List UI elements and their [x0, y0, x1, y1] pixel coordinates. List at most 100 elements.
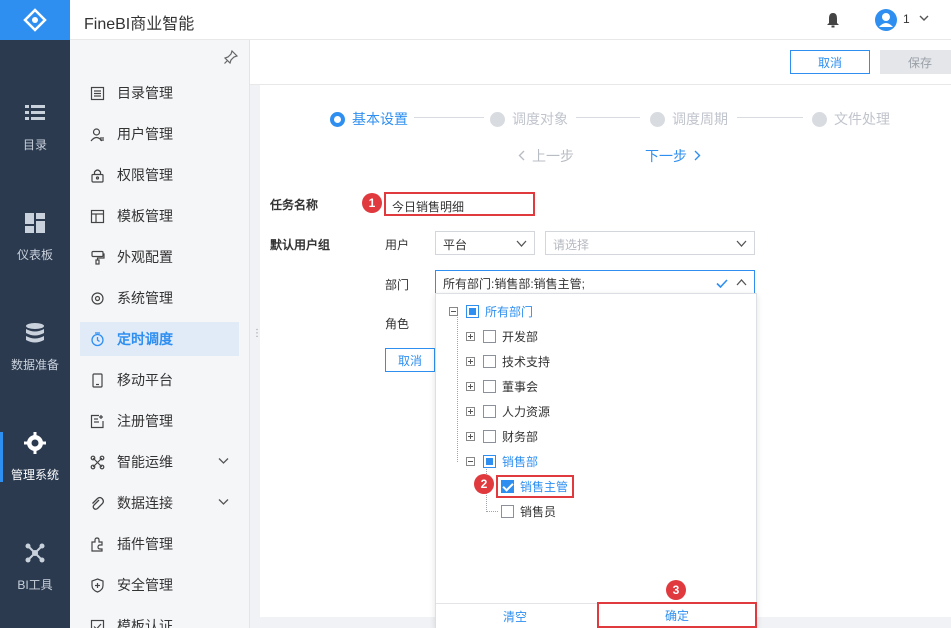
nav-item-label: 用户管理: [117, 126, 173, 142]
tree-checkbox[interactable]: [501, 504, 514, 518]
step-file-handling[interactable]: 文件处理: [812, 109, 890, 129]
nav-item-label: 目录管理: [117, 85, 173, 101]
nav-item-permissions[interactable]: 权限管理: [80, 158, 239, 192]
plugin-icon: [91, 536, 103, 552]
rail-item-management[interactable]: 管理系统: [0, 402, 70, 512]
dept-select[interactable]: 所有部门:销售部:销售主管;: [435, 270, 755, 294]
chevron-left-icon: [518, 150, 525, 161]
task-name-input[interactable]: 今日销售明细: [384, 192, 535, 216]
rail-label: 目录: [22, 137, 47, 152]
save-button[interactable]: 保存: [880, 50, 951, 74]
tree-node-label: 开发部: [502, 329, 539, 344]
chevron-down-icon[interactable]: [218, 457, 229, 465]
expand-icon[interactable]: [466, 331, 475, 341]
tree-node-hr[interactable]: 人力资源: [466, 402, 550, 420]
tree-node-all-depts[interactable]: 所有部门: [449, 302, 533, 320]
step-connector: [737, 117, 803, 118]
nav-item-label: 插件管理: [117, 536, 173, 552]
pin-icon[interactable]: [224, 50, 238, 64]
tree-checkbox[interactable]: [483, 404, 496, 418]
nav-item-label: 智能运维: [117, 454, 173, 470]
rail-item-data-prep[interactable]: 数据准备: [0, 292, 70, 402]
dashboard-icon: [25, 212, 45, 233]
user-type-select[interactable]: 平台: [435, 231, 535, 255]
nav-item-scheduling[interactable]: 定时调度: [80, 322, 239, 356]
step-schedule-target[interactable]: 调度对象: [490, 109, 568, 129]
expand-icon[interactable]: [466, 431, 475, 441]
chevron-down-icon[interactable]: [919, 13, 929, 23]
tree-connector: [486, 511, 498, 512]
nav-item-system[interactable]: 系统管理: [80, 281, 239, 315]
nav-item-templates[interactable]: 模板管理: [80, 199, 239, 233]
shield-icon: [91, 577, 104, 593]
tree-node-label: 技术支持: [502, 354, 551, 369]
rail-item-bi-tools[interactable]: BI工具: [0, 512, 70, 622]
nav-item-security[interactable]: 安全管理: [80, 568, 239, 602]
tree-node-sales-rep[interactable]: 销售员: [501, 502, 556, 520]
step-label: 基本设置: [352, 111, 408, 127]
nav-item-label: 外观配置: [117, 249, 173, 265]
ops-icon: [90, 455, 105, 469]
lock-icon: [91, 168, 104, 183]
marker-badge: 2: [474, 474, 494, 494]
nav-item-data-connection[interactable]: 数据连接: [80, 486, 239, 520]
confirm-button[interactable]: 确定: [597, 602, 757, 628]
step-schedule-period[interactable]: 调度周期: [650, 109, 728, 129]
clear-button[interactable]: 清空: [503, 608, 527, 625]
user-icon: [90, 127, 104, 141]
nav-item-smart-ops[interactable]: 智能运维: [80, 445, 239, 479]
tree-checkbox[interactable]: [483, 454, 496, 468]
rail-item-dashboard[interactable]: 仪表板: [0, 182, 70, 292]
tree-checkbox[interactable]: [483, 329, 496, 343]
nav-item-register[interactable]: 注册管理: [80, 404, 239, 438]
nav-item-users[interactable]: 用户管理: [80, 117, 239, 151]
collapse-icon[interactable]: [449, 306, 458, 316]
user-avatar-icon: [879, 13, 893, 27]
tree-checkbox[interactable]: [483, 379, 496, 393]
user-name[interactable]: 1: [903, 12, 910, 26]
link-icon: [92, 496, 105, 510]
nav-item-cert[interactable]: 模板认证: [80, 609, 239, 628]
nav-item-mobile[interactable]: 移动平台: [80, 363, 239, 397]
chevron-down-icon: [736, 240, 747, 247]
default-group-label: 默认用户组: [270, 238, 331, 252]
tree-node-dev[interactable]: 开发部: [466, 327, 538, 345]
tree-checkbox[interactable]: [483, 354, 496, 368]
chevron-down-icon: [516, 240, 527, 247]
tools-icon: [25, 543, 45, 562]
chevron-down-icon[interactable]: [218, 498, 229, 506]
tree-node-board[interactable]: 董事会: [466, 377, 538, 395]
app-logo[interactable]: [0, 0, 70, 40]
next-step-button[interactable]: 下一步: [645, 146, 701, 166]
step-basic-settings[interactable]: 基本设置: [330, 109, 408, 129]
collapse-icon[interactable]: [466, 456, 475, 466]
gear-icon: [24, 431, 46, 454]
tree-node-support[interactable]: 技术支持: [466, 352, 550, 370]
expand-icon[interactable]: [466, 356, 475, 366]
nav-item-catalog[interactable]: 目录管理: [80, 76, 239, 110]
prev-step-button[interactable]: 上一步: [518, 146, 574, 166]
panel-splitter-handle[interactable]: ⋮: [252, 328, 262, 342]
nav-item-plugins[interactable]: 插件管理: [80, 527, 239, 561]
user-select-placeholder: 请选择: [553, 238, 590, 252]
tree-node-sales[interactable]: 销售部: [466, 452, 538, 470]
inner-cancel-button[interactable]: 取消: [385, 348, 435, 372]
user-select[interactable]: 请选择: [545, 231, 755, 255]
expand-icon[interactable]: [466, 406, 475, 416]
step-label: 调度周期: [672, 111, 728, 127]
avatar[interactable]: [875, 9, 897, 31]
tree-node-finance[interactable]: 财务部: [466, 427, 538, 445]
tree-node-sales-manager[interactable]: 销售主管: [501, 477, 568, 495]
step-dot: [650, 111, 665, 127]
tree-checkbox[interactable]: [483, 429, 496, 443]
tree-checkbox[interactable]: [501, 479, 514, 493]
nav-item-appearance[interactable]: 外观配置: [80, 240, 239, 274]
expand-icon[interactable]: [466, 381, 475, 391]
tree-node-label: 销售员: [520, 504, 557, 519]
tree-checkbox[interactable]: [466, 304, 479, 318]
bell-icon[interactable]: [826, 12, 840, 28]
rail-label: 仪表板: [16, 247, 53, 262]
rail-item-catalog[interactable]: 目录: [0, 72, 70, 182]
cancel-button[interactable]: 取消: [790, 50, 870, 74]
marker-badge: 1: [362, 193, 382, 213]
